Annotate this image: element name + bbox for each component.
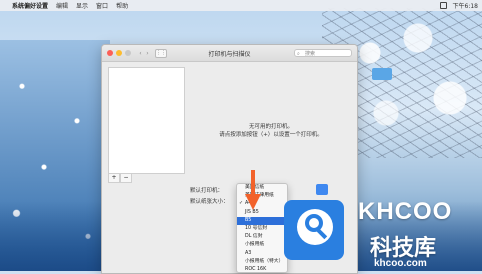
empty-message-line2: 请点按添加按钮（+）以设置一个打印机。 [219, 132, 323, 138]
paper-size-option-label: 10 号信封 [245, 225, 268, 231]
nav-buttons: ‹ › [137, 50, 151, 57]
paper-size-option-label: B5 [245, 217, 252, 223]
paper-size-option[interactable]: 10 号信封 [237, 225, 287, 233]
close-button[interactable] [107, 50, 113, 56]
window-controls [107, 50, 131, 56]
menu-item-view[interactable]: 显示 [76, 1, 88, 10]
paper-size-label: 默认纸张大小： [190, 199, 229, 205]
printer-list[interactable] [108, 67, 185, 174]
watermark-url: khcoo.com [374, 258, 427, 269]
paper-size-option[interactable]: 小报用纸（特大） [237, 258, 287, 266]
paper-size-option-label: JIS B5 [245, 209, 259, 215]
remove-printer-button[interactable]: − [120, 173, 132, 183]
paper-size-option[interactable]: DL 信封 [237, 233, 287, 241]
empty-state-message: 无可用的打印机。 请点按添加按钮（+）以设置一个打印机。 [192, 123, 350, 139]
back-arrow-icon[interactable]: ‹ [137, 50, 144, 57]
list-controls: + − [108, 173, 132, 183]
paper-size-option[interactable]: ROC 16K [237, 266, 287, 272]
default-printer-label: 默认打印机： [190, 188, 224, 194]
title-bar[interactable]: ‹ › ⋮⋮ 打印机与扫描仪 ⌕ 搜索 [102, 45, 357, 62]
search-icon: ⌕ [297, 51, 300, 57]
default-printer-popup[interactable] [316, 184, 328, 195]
show-all-grid-icon[interactable]: ⋮⋮ [155, 48, 167, 58]
menu-item-edit[interactable]: 编辑 [56, 1, 68, 10]
paper-size-option[interactable]: A3 [237, 250, 287, 258]
watermark-logo: KHCOO [358, 198, 453, 225]
add-printer-button[interactable]: + [108, 173, 120, 183]
menu-item-window[interactable]: 窗口 [96, 1, 108, 10]
paper-size-option-label: ROC 16K [245, 266, 267, 272]
checkmark-icon: ✓ [239, 201, 244, 207]
desktop-folder-icon[interactable] [372, 68, 392, 80]
forward-arrow-icon[interactable]: › [144, 50, 151, 57]
paper-size-option[interactable]: 小报用纸 [237, 241, 287, 249]
paper-size-option[interactable]: B5 [237, 216, 287, 225]
paper-size-option-label: A3 [245, 250, 252, 256]
paper-size-option-label: 小报用纸 [245, 242, 265, 248]
empty-message-line1: 无可用的打印机。 [248, 124, 293, 130]
search-input[interactable]: ⌕ 搜索 [294, 49, 352, 57]
paper-size-option-label: 小报用纸（特大） [245, 258, 284, 264]
menu-bar: 系统偏好设置 编辑 显示 窗口 帮助 下午6:18 [0, 0, 482, 11]
minimize-button[interactable] [116, 50, 122, 56]
zoom-button[interactable] [125, 50, 131, 56]
menu-app-name[interactable]: 系统偏好设置 [12, 1, 48, 10]
search-placeholder: 搜索 [305, 51, 316, 57]
red-arrow-annotation [245, 170, 261, 210]
paper-size-option-label: DL 信封 [245, 234, 263, 240]
menu-clock[interactable]: 下午6:18 [453, 1, 478, 10]
status-icon[interactable] [439, 2, 447, 9]
menu-item-help[interactable]: 帮助 [116, 1, 128, 10]
